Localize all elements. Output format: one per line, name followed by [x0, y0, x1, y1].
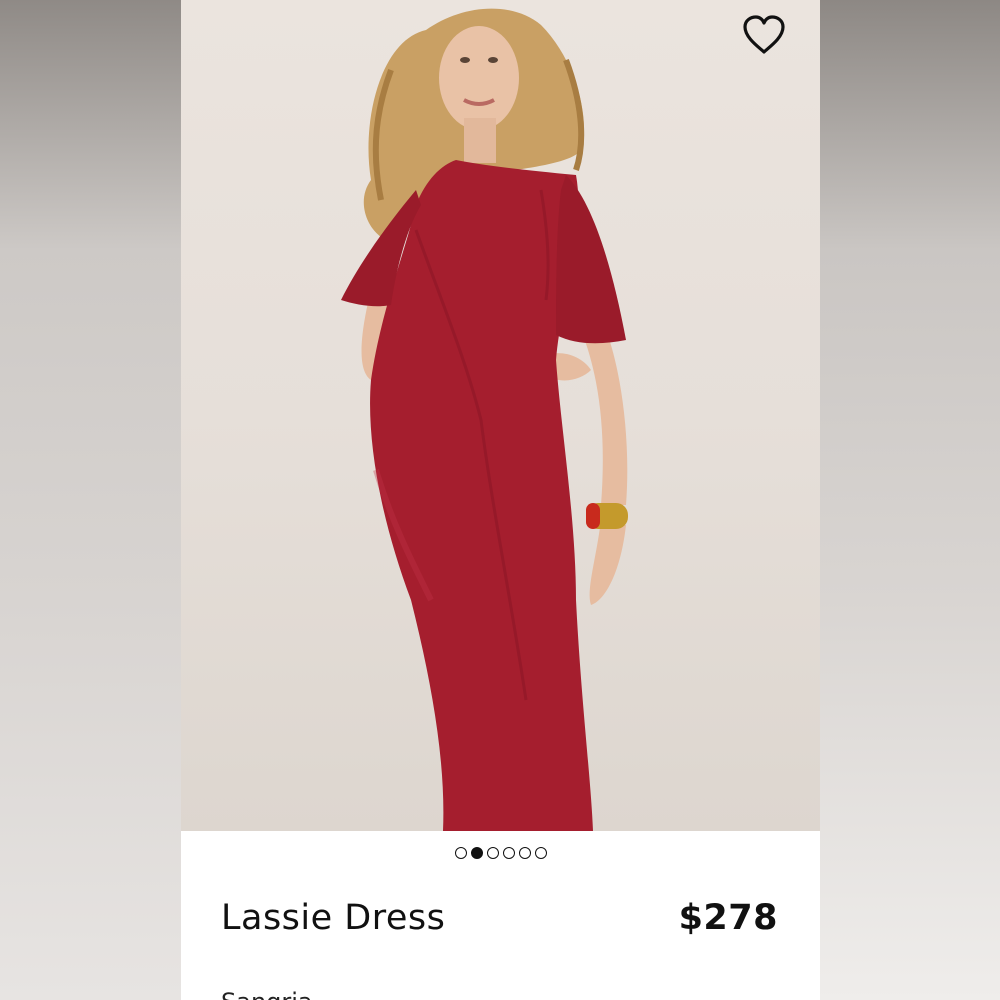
- favorite-button[interactable]: [740, 14, 790, 60]
- carousel-dot[interactable]: [518, 847, 531, 859]
- carousel-indicator[interactable]: [181, 847, 820, 859]
- right-blur-border: [820, 0, 1000, 1000]
- product-price: $278: [678, 898, 778, 938]
- product-card: Lassie Dress $278 Sangria: [181, 0, 820, 1000]
- carousel-dot[interactable]: [534, 847, 547, 859]
- carousel-dot[interactable]: [502, 847, 515, 859]
- heart-outline-icon: [743, 15, 785, 54]
- carousel-dot[interactable]: [454, 847, 467, 859]
- model-illustration: [341, 8, 628, 831]
- product-color: Sangria: [221, 988, 313, 1000]
- screenshot-frame: Lassie Dress $278 Sangria: [0, 0, 1000, 1000]
- product-image[interactable]: [181, 0, 820, 831]
- product-title-row: Lassie Dress $278: [221, 898, 778, 938]
- left-blur-border: [0, 0, 181, 1000]
- carousel-dot[interactable]: [486, 847, 499, 859]
- product-name: Lassie Dress: [221, 898, 446, 938]
- carousel-dot-active[interactable]: [470, 847, 483, 859]
